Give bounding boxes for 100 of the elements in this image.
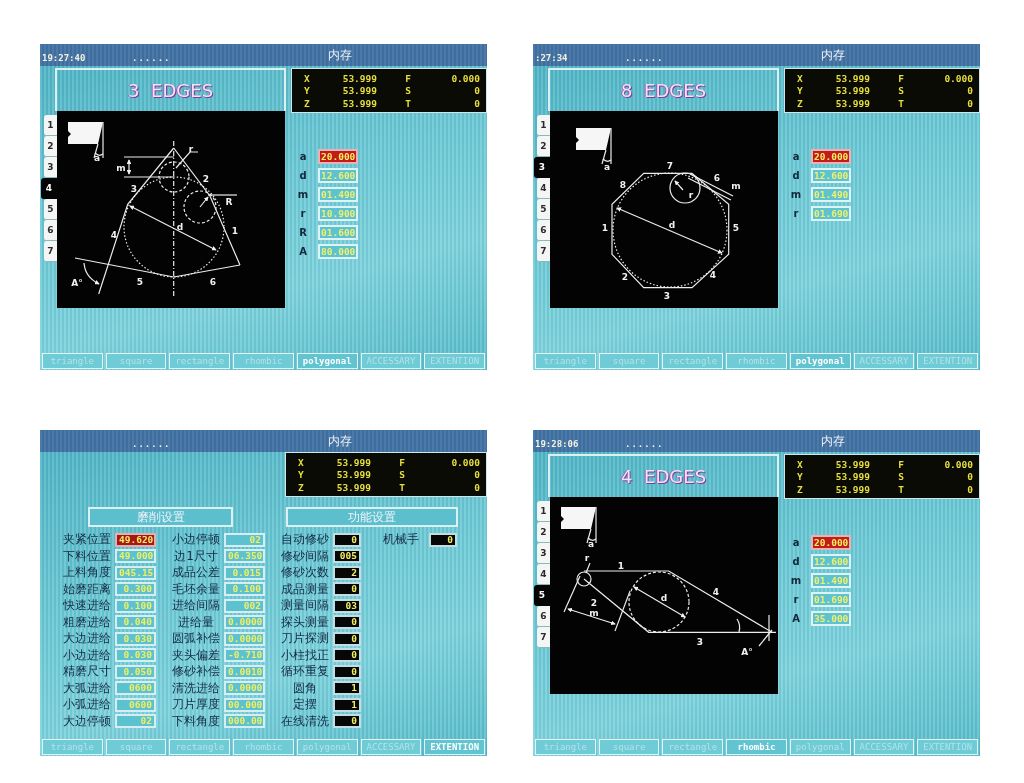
- side-tab[interactable]: 5: [44, 199, 57, 220]
- mode-tab[interactable]: triangle: [42, 353, 103, 369]
- setting-field[interactable]: 1: [333, 681, 361, 695]
- mode-tab[interactable]: rhombic: [233, 353, 294, 369]
- setting-field[interactable]: 1: [333, 697, 361, 712]
- setting-field[interactable]: 0.030: [115, 648, 156, 662]
- setting-field[interactable]: 0: [429, 532, 457, 547]
- mode-tab[interactable]: ACCESSARY: [853, 739, 915, 755]
- setting-field[interactable]: 00.000: [224, 697, 265, 712]
- side-tab[interactable]: 6: [537, 220, 550, 241]
- setting-field[interactable]: 03: [333, 598, 361, 613]
- param-field[interactable]: 01.490: [318, 187, 358, 202]
- side-tab[interactable]: 3: [534, 157, 550, 178]
- setting-field[interactable]: 02: [224, 532, 265, 547]
- mode-tab[interactable]: polygonal: [296, 353, 358, 369]
- setting-field[interactable]: 000.00: [224, 714, 265, 728]
- setting-field[interactable]: 0.100: [115, 598, 156, 613]
- mode-tab[interactable]: rhombic: [233, 739, 294, 755]
- mode-tab[interactable]: rectangle: [662, 353, 724, 369]
- mode-tab[interactable]: polygonal: [296, 739, 358, 755]
- setting-field[interactable]: 0.015: [224, 565, 265, 580]
- side-tab[interactable]: 1: [537, 115, 550, 136]
- setting-field[interactable]: 0: [333, 664, 361, 679]
- mode-tab[interactable]: polygonal: [789, 353, 851, 369]
- setting-field[interactable]: 06.350: [224, 549, 265, 563]
- side-tab[interactable]: 2: [44, 136, 57, 157]
- mode-tab[interactable]: square: [105, 353, 167, 369]
- setting-field[interactable]: 0.0010: [224, 664, 265, 679]
- param-field[interactable]: 12.600: [811, 168, 851, 183]
- param-field[interactable]: 20.000: [318, 149, 358, 164]
- mode-tab[interactable]: rhombic: [726, 739, 787, 755]
- setting-field[interactable]: 0.0000: [224, 615, 265, 629]
- side-tab[interactable]: 4: [537, 564, 550, 585]
- side-tab[interactable]: 6: [44, 220, 57, 241]
- param-field[interactable]: 10.900: [318, 206, 358, 221]
- param-field[interactable]: 01.690: [811, 592, 851, 607]
- setting-field[interactable]: 045.15: [115, 565, 156, 580]
- mode-tab[interactable]: EXTENTION: [917, 353, 979, 369]
- setting-field[interactable]: 0.0000: [224, 681, 265, 695]
- side-tab[interactable]: 1: [44, 115, 57, 136]
- side-tab[interactable]: 7: [44, 241, 57, 262]
- setting-field[interactable]: 005: [333, 549, 361, 563]
- setting-field[interactable]: 0.0000: [224, 631, 265, 646]
- param-field[interactable]: 12.600: [811, 554, 851, 569]
- param-field[interactable]: 01.600: [318, 225, 358, 240]
- side-tab[interactable]: 2: [537, 522, 550, 543]
- side-tab[interactable]: 5: [534, 585, 550, 606]
- setting-field[interactable]: 0: [333, 615, 361, 629]
- param-field[interactable]: 01.690: [811, 206, 851, 221]
- mode-tab[interactable]: square: [105, 739, 167, 755]
- setting-field[interactable]: 0.100: [224, 582, 265, 596]
- mode-tab[interactable]: rectangle: [169, 739, 231, 755]
- setting-field[interactable]: 02: [115, 714, 156, 728]
- mode-tab[interactable]: rectangle: [662, 739, 724, 755]
- side-tab[interactable]: 3: [537, 543, 550, 564]
- setting-field[interactable]: 2: [333, 565, 361, 580]
- mode-tab[interactable]: EXTENTION: [424, 739, 486, 755]
- mode-tab[interactable]: EXTENTION: [917, 739, 979, 755]
- mode-tab[interactable]: triangle: [42, 739, 103, 755]
- side-tab[interactable]: 7: [537, 241, 550, 262]
- param-field[interactable]: 20.000: [811, 149, 851, 164]
- side-tab[interactable]: 2: [537, 136, 550, 157]
- mode-tab[interactable]: rectangle: [169, 353, 231, 369]
- setting-field[interactable]: 002: [224, 598, 265, 613]
- mode-tab[interactable]: rhombic: [726, 353, 787, 369]
- param-field[interactable]: 20.000: [811, 535, 851, 550]
- param-field[interactable]: 01.490: [811, 187, 851, 202]
- setting-field[interactable]: 49.000: [115, 549, 156, 563]
- side-tab[interactable]: 7: [537, 627, 550, 648]
- mode-tab[interactable]: ACCESSARY: [853, 353, 915, 369]
- side-tab[interactable]: 4: [41, 178, 57, 199]
- side-tab[interactable]: 4: [537, 178, 550, 199]
- setting-field[interactable]: 0: [333, 532, 361, 547]
- setting-field[interactable]: 0: [333, 582, 361, 596]
- setting-field[interactable]: -0.710: [224, 648, 265, 662]
- side-tab[interactable]: 5: [537, 199, 550, 220]
- side-tab[interactable]: 6: [537, 606, 550, 627]
- setting-field[interactable]: 49.620: [115, 532, 156, 547]
- param-field[interactable]: 80.000: [318, 244, 358, 259]
- mode-tab[interactable]: polygonal: [789, 739, 851, 755]
- param-field[interactable]: 01.490: [811, 573, 851, 588]
- side-tab[interactable]: 1: [537, 501, 550, 522]
- mode-tab[interactable]: triangle: [535, 739, 596, 755]
- param-field[interactable]: 12.600: [318, 168, 358, 183]
- side-tab[interactable]: 3: [44, 157, 57, 178]
- mode-tab[interactable]: EXTENTION: [424, 353, 486, 369]
- mode-tab[interactable]: triangle: [535, 353, 596, 369]
- setting-field[interactable]: 0.040: [115, 615, 156, 629]
- mode-tab[interactable]: ACCESSARY: [360, 353, 422, 369]
- setting-field[interactable]: 0600: [115, 697, 156, 712]
- setting-field[interactable]: 0.050: [115, 664, 156, 679]
- setting-field[interactable]: 0.300: [115, 582, 156, 596]
- mode-tab[interactable]: square: [598, 353, 660, 369]
- setting-field[interactable]: 0600: [115, 681, 156, 695]
- setting-field[interactable]: 0: [333, 714, 361, 728]
- setting-field[interactable]: 0: [333, 631, 361, 646]
- mode-tab[interactable]: ACCESSARY: [360, 739, 422, 755]
- mode-tab[interactable]: square: [598, 739, 660, 755]
- param-field[interactable]: 35.000: [811, 611, 851, 626]
- setting-field[interactable]: 0.030: [115, 631, 156, 646]
